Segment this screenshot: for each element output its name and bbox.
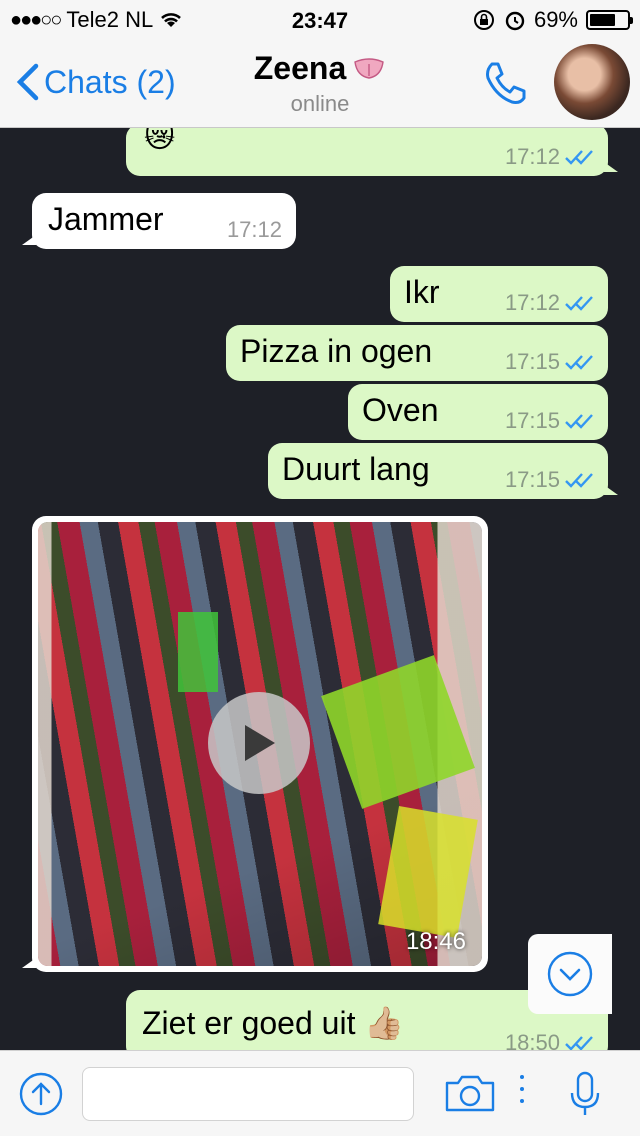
message-text: 😿 bbox=[144, 128, 176, 154]
voice-call-button[interactable] bbox=[480, 58, 530, 113]
message-bubble-outgoing[interactable]: Duurt lang 17:15 bbox=[268, 443, 618, 499]
microphone-icon bbox=[570, 1071, 600, 1115]
back-label: Chats (2) bbox=[44, 63, 176, 100]
message-time: 17:12 bbox=[226, 217, 282, 242]
carrier-name: Tele2 NL bbox=[66, 7, 154, 32]
message-time: 17:15 bbox=[504, 408, 560, 433]
alarm-icon bbox=[505, 11, 525, 31]
more-options-icon[interactable] bbox=[520, 1075, 526, 1103]
upload-arrow-icon bbox=[19, 1072, 63, 1116]
message-text: Jammer bbox=[48, 201, 164, 237]
message-bubble-incoming[interactable]: Jammer 17:12 bbox=[22, 193, 296, 249]
chevron-left-icon bbox=[16, 63, 39, 101]
message-time: 17:12 bbox=[504, 290, 560, 315]
message-input-bar bbox=[0, 1050, 640, 1136]
message-input[interactable] bbox=[82, 1067, 414, 1121]
double-check-icon bbox=[565, 1036, 593, 1050]
message-text: Duurt lang bbox=[282, 451, 430, 487]
double-check-icon bbox=[565, 473, 593, 488]
message-bubble-outgoing[interactable]: Ikr 17:12 bbox=[390, 266, 608, 322]
double-check-icon bbox=[565, 296, 593, 311]
scroll-to-bottom-button[interactable] bbox=[528, 934, 612, 1014]
chevron-down-circle-icon bbox=[547, 951, 593, 997]
video-message[interactable]: 18:46 bbox=[22, 516, 488, 972]
battery-icon bbox=[586, 10, 633, 30]
camera-button[interactable] bbox=[444, 1073, 496, 1118]
message-time: 17:15 bbox=[504, 349, 560, 374]
message-text: Ziet er goed uit 👍🏼 bbox=[142, 1005, 405, 1041]
double-check-icon bbox=[565, 150, 593, 165]
contact-avatar[interactable] bbox=[554, 44, 630, 120]
message-time: 18:50 bbox=[504, 1030, 560, 1050]
video-thumbnail[interactable]: 18:46 bbox=[38, 522, 482, 966]
tongue-emoji-icon bbox=[354, 57, 385, 79]
battery-percent: 69% bbox=[533, 7, 578, 32]
message-bubble-outgoing[interactable]: 😿 17:12 bbox=[126, 128, 618, 176]
message-list[interactable]: 😿 17:12 Jammer 17:12 Ikr 17:12 Pizza in … bbox=[0, 128, 640, 1050]
double-check-icon bbox=[565, 414, 593, 429]
contact-info[interactable]: Zeena online bbox=[200, 50, 440, 117]
message-time: 17:12 bbox=[504, 144, 560, 169]
orientation-lock-icon bbox=[473, 10, 494, 30]
play-button[interactable] bbox=[208, 692, 310, 794]
back-button[interactable]: Chats (2) bbox=[14, 62, 176, 102]
chat-header: Chats (2) Zeena online bbox=[0, 40, 640, 128]
message-time: 17:15 bbox=[504, 467, 560, 492]
message-bubble-outgoing[interactable]: Pizza in ogen 17:15 bbox=[226, 325, 608, 381]
message-time: 18:46 bbox=[405, 928, 466, 955]
voice-record-button[interactable] bbox=[568, 1071, 602, 1124]
carrier-info: ●●●○○ Tele2 NL bbox=[10, 7, 183, 33]
wifi-icon bbox=[161, 13, 182, 27]
attach-button[interactable] bbox=[18, 1071, 64, 1122]
message-text: Ikr bbox=[404, 274, 440, 310]
status-bar: ●●●○○ Tele2 NL 23:47 69% bbox=[0, 0, 640, 40]
message-bubble-outgoing[interactable]: Oven 17:15 bbox=[348, 384, 608, 440]
phone-icon bbox=[486, 62, 526, 104]
double-check-icon bbox=[565, 355, 593, 370]
message-text: Oven bbox=[362, 392, 439, 428]
contact-name: Zeena bbox=[253, 50, 347, 86]
camera-icon bbox=[445, 1075, 495, 1112]
play-icon bbox=[245, 725, 275, 761]
signal-strength: ●●●○○ bbox=[10, 8, 62, 31]
contact-status: online bbox=[290, 91, 350, 116]
message-text: Pizza in ogen bbox=[240, 333, 433, 369]
